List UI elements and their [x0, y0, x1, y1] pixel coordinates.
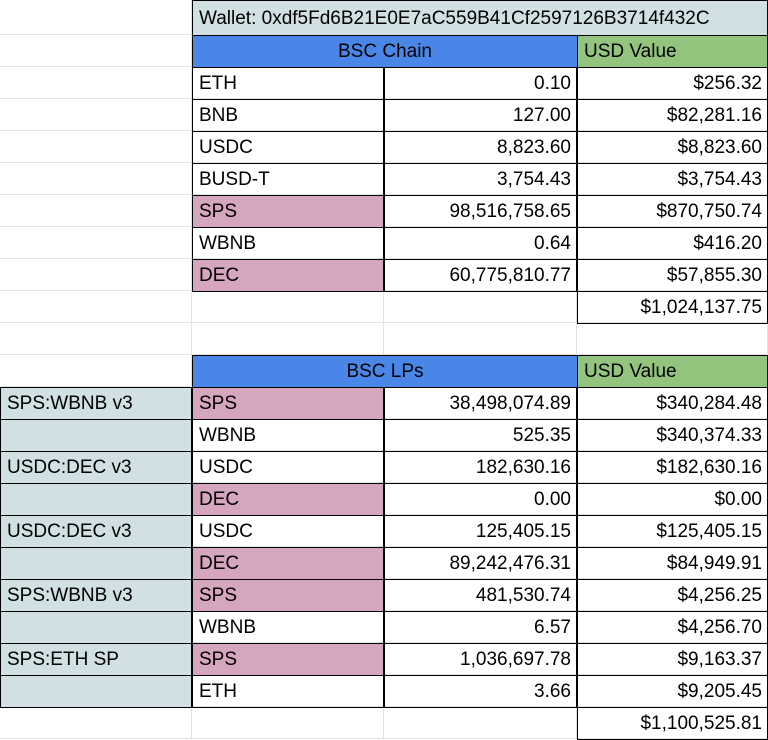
grid-cell	[0, 259, 192, 291]
grid-cell	[384, 707, 577, 739]
lp-amount-cell[interactable]: 1,036,697.78	[384, 643, 577, 676]
lp-usd-value-header[interactable]: USD Value	[577, 355, 768, 388]
usd-value-header[interactable]: USD Value	[577, 35, 768, 68]
grid-cell	[0, 131, 192, 163]
bsc-lps-header[interactable]: BSC LPs	[192, 355, 578, 388]
lp-usd-cell[interactable]: $0.00	[577, 483, 768, 516]
lp-usd-cell[interactable]: $340,284.48	[577, 387, 768, 420]
amount-cell[interactable]: 127.00	[384, 99, 577, 132]
lp-amount-cell[interactable]: 0.00	[384, 483, 577, 516]
amount-cell[interactable]: 0.64	[384, 227, 577, 260]
lp-usd-cell[interactable]: $4,256.70	[577, 611, 768, 644]
lp-token-cell[interactable]: SPS	[192, 387, 384, 420]
lp-usd-cell[interactable]: $182,630.16	[577, 451, 768, 484]
usd-cell[interactable]: $3,754.43	[577, 163, 768, 196]
pool-name-cell[interactable]: SPS:WBNB v3	[0, 387, 192, 420]
lp-usd-cell[interactable]: $9,205.45	[577, 675, 768, 708]
wallet-address-cell[interactable]: Wallet: 0xdf5Fd6B21E0E7aC559B41Cf2597126…	[192, 0, 768, 36]
usd-cell[interactable]: $870,750.74	[577, 195, 768, 228]
lp-amount-cell[interactable]: 6.57	[384, 611, 577, 644]
grid-cell	[0, 67, 192, 99]
usd-cell[interactable]: $57,855.30	[577, 259, 768, 292]
token-cell[interactable]: ETH	[192, 67, 384, 100]
pool-name-cell[interactable]: SPS:WBNB v3	[0, 579, 192, 612]
lp-usd-cell[interactable]: $340,374.33	[577, 419, 768, 452]
amount-cell[interactable]: 8,823.60	[384, 131, 577, 164]
usd-cell[interactable]: $256.32	[577, 67, 768, 100]
token-cell[interactable]: BUSD-T	[192, 163, 384, 196]
lp-usd-cell[interactable]: $4,256.25	[577, 579, 768, 612]
lp-amount-cell[interactable]: 3.66	[384, 675, 577, 708]
pool-name-cell[interactable]	[0, 675, 192, 708]
amount-cell[interactable]: 0.10	[384, 67, 577, 100]
usd-cell[interactable]: $82,281.16	[577, 99, 768, 132]
grid-cell	[384, 323, 577, 355]
lp-amount-cell[interactable]: 525.35	[384, 419, 577, 452]
lp-token-cell[interactable]: SPS	[192, 643, 384, 676]
pool-name-cell[interactable]	[0, 483, 192, 516]
pool-name-cell[interactable]: SPS:ETH SP	[0, 643, 192, 676]
lp-token-cell[interactable]: WBNB	[192, 611, 384, 644]
pool-name-cell[interactable]	[0, 547, 192, 580]
lp-usd-cell[interactable]: $9,163.37	[577, 643, 768, 676]
grid-cell	[0, 227, 192, 259]
grid-cell	[0, 195, 192, 227]
grid-cell	[0, 35, 192, 67]
amount-cell[interactable]: 3,754.43	[384, 163, 577, 196]
grid-cell	[0, 99, 192, 131]
grid-cell	[0, 355, 192, 387]
pool-name-cell[interactable]	[0, 611, 192, 644]
grid-cell	[192, 323, 384, 355]
lp-token-cell[interactable]: USDC	[192, 451, 384, 484]
bsc-chain-header[interactable]: BSC Chain	[192, 35, 578, 68]
token-cell[interactable]: DEC	[192, 259, 384, 292]
lp-amount-cell[interactable]: 38,498,074.89	[384, 387, 577, 420]
lp-token-cell[interactable]: DEC	[192, 483, 384, 516]
grid-cell	[192, 707, 384, 739]
pool-name-cell[interactable]: USDC:DEC v3	[0, 515, 192, 548]
amount-cell[interactable]: 98,516,758.65	[384, 195, 577, 228]
grid-cell	[0, 323, 192, 355]
grid-cell	[192, 291, 384, 323]
lp-token-cell[interactable]: DEC	[192, 547, 384, 580]
token-cell[interactable]: WBNB	[192, 227, 384, 260]
amount-cell[interactable]: 60,775,810.77	[384, 259, 577, 292]
lp-token-cell[interactable]: ETH	[192, 675, 384, 708]
token-cell[interactable]: USDC	[192, 131, 384, 164]
lp-usd-cell[interactable]: $125,405.15	[577, 515, 768, 548]
grid-cell	[384, 291, 577, 323]
pool-name-cell[interactable]	[0, 419, 192, 452]
usd-cell[interactable]: $8,823.60	[577, 131, 768, 164]
chain-total-cell[interactable]: $1,024,137.75	[577, 291, 768, 324]
token-cell[interactable]: SPS	[192, 195, 384, 228]
lp-token-cell[interactable]: WBNB	[192, 419, 384, 452]
lp-token-cell[interactable]: SPS	[192, 579, 384, 612]
grid-cell	[577, 323, 768, 355]
spreadsheet-grid: Wallet: 0xdf5Fd6B21E0E7aC559B41Cf2597126…	[0, 0, 768, 740]
lp-usd-cell[interactable]: $84,949.91	[577, 547, 768, 580]
usd-cell[interactable]: $416.20	[577, 227, 768, 260]
lp-token-cell[interactable]: USDC	[192, 515, 384, 548]
lp-amount-cell[interactable]: 182,630.16	[384, 451, 577, 484]
grid-cell	[0, 291, 192, 323]
lp-total-cell[interactable]: $1,100,525.81	[577, 707, 768, 740]
lp-amount-cell[interactable]: 481,530.74	[384, 579, 577, 612]
grid-cell	[0, 163, 192, 195]
lp-amount-cell[interactable]: 125,405.15	[384, 515, 577, 548]
pool-name-cell[interactable]: USDC:DEC v3	[0, 451, 192, 484]
grid-cell	[0, 707, 192, 739]
lp-amount-cell[interactable]: 89,242,476.31	[384, 547, 577, 580]
token-cell[interactable]: BNB	[192, 99, 384, 132]
grid-cell	[0, 0, 192, 35]
